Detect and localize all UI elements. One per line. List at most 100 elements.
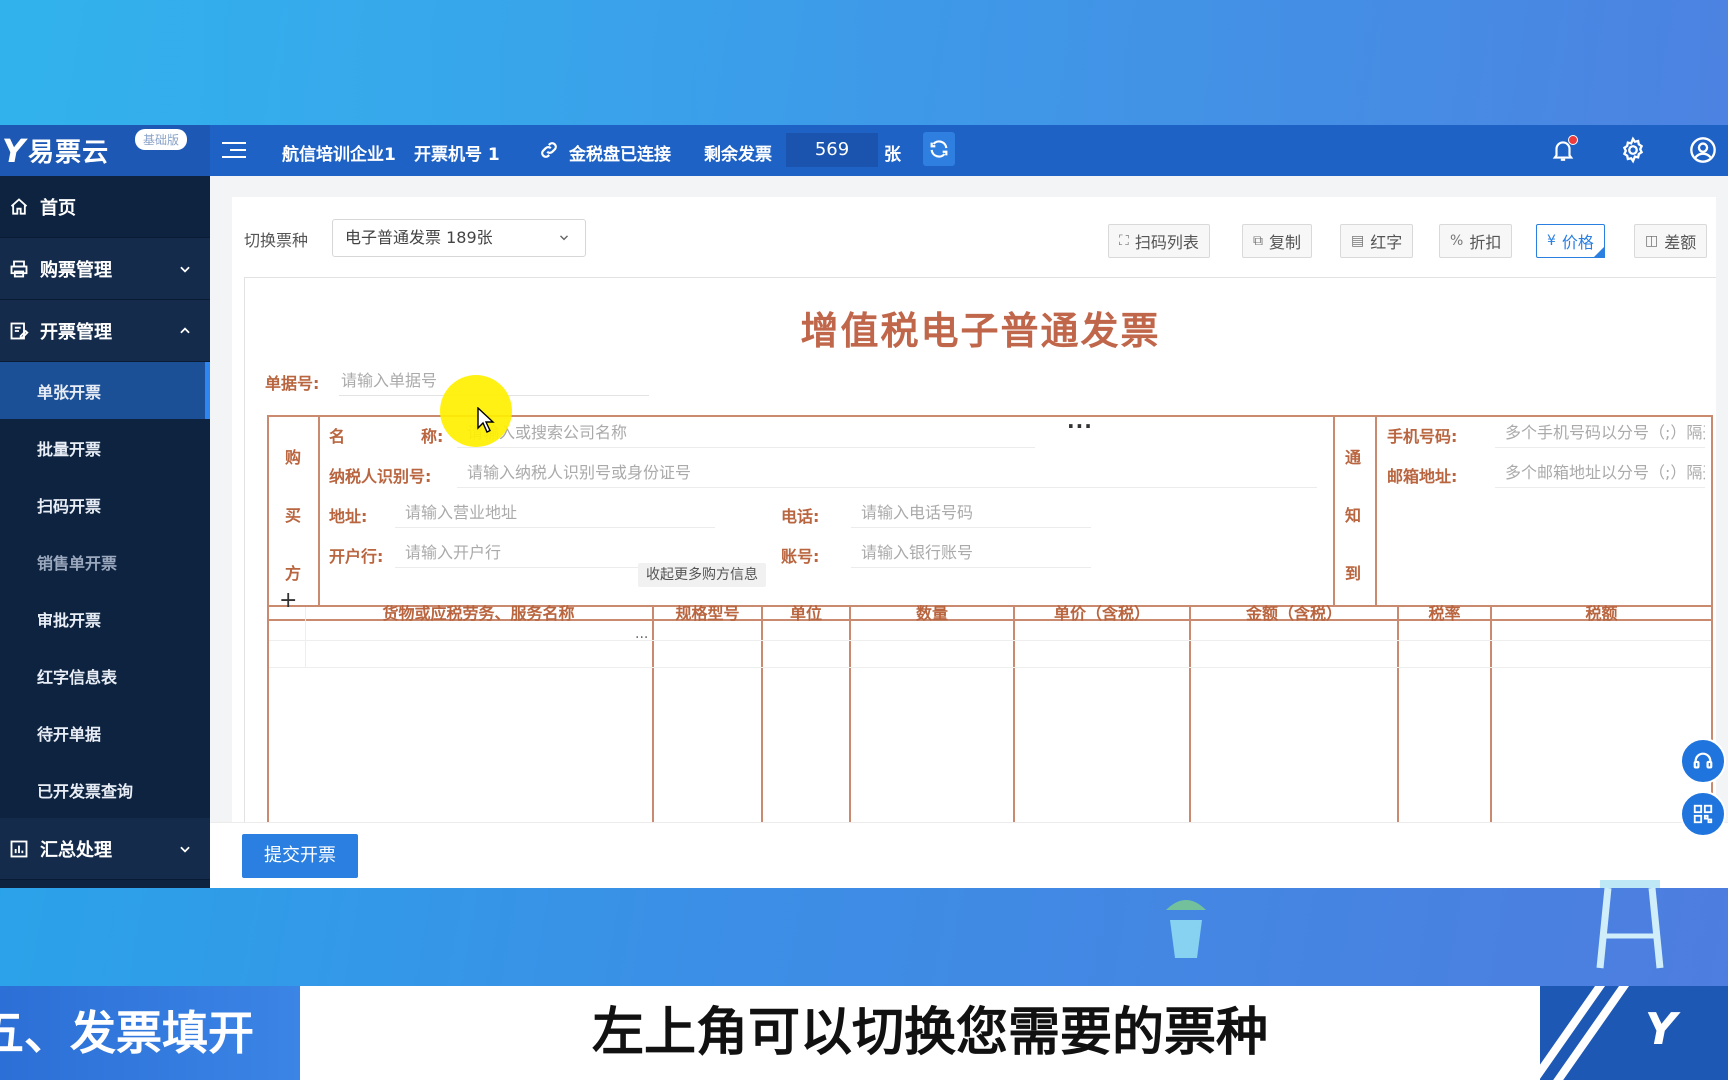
cursor-highlight [440,375,512,447]
nav-purchase-management[interactable]: 购票管理 [0,238,210,300]
col-spec: 规格型号 [675,604,740,623]
invoice-title: 增值税电子普通发票 [800,309,1161,353]
name-label-a: 名 [329,427,346,446]
link-icon [534,135,564,165]
chevron-up-icon [180,327,190,334]
buyer-char-1: 购 [285,448,302,467]
nav-purchase-label: 购票管理 [40,259,112,281]
sidebar-item-red-info[interactable]: 红字信息表 [0,647,210,704]
logo-text: 易票云 [28,138,110,168]
edit-document-icon [8,320,30,342]
col-tax-rate: 税率 [1428,604,1461,623]
taxid-input[interactable]: 请输入纳税人识别号或身份证号 [457,458,1317,488]
columns-icon: ◫ [1645,233,1659,249]
doc-no-label: 单据号: [265,374,320,393]
phone-input[interactable]: 请输入电话号码 [851,498,1091,528]
price-button[interactable]: ¥ 价格 [1536,224,1605,258]
notify-char-3: 到 [1345,564,1362,583]
user-avatar-icon[interactable] [1688,135,1718,165]
ticket-type-select[interactable]: 电子普通发票 189张 [332,219,586,257]
video-background [0,0,1728,125]
col-unit-price: 单价（含税） [1053,604,1150,623]
copy-icon: ⧉ [1253,233,1263,249]
sidebar-item-sales-order-invoice[interactable]: 销售单开票 [0,533,210,590]
notify-char-2: 知 [1345,506,1362,525]
top-bar: Y 易票云 基础版 航信培训企业1 开票机号 1 金税盘已连接 剩余发票 569… [0,125,1728,176]
sidebar-item-batch-invoice[interactable]: 批量开票 [0,419,210,476]
remaining-unit: 张 [884,145,901,165]
buyer-char-2: 买 [285,506,302,525]
customer-service-icon[interactable] [1680,738,1726,784]
scan-list-button[interactable]: ⛶ 扫码列表 [1108,224,1210,258]
edition-badge: 基础版 [135,129,188,150]
sidebar-item-issued-query[interactable]: 已开发票查询 [0,761,210,818]
mouse-cursor-icon [477,407,495,433]
red-invoice-button[interactable]: ▤ 红字 [1340,224,1414,258]
col-tax-amount: 税额 [1585,604,1618,623]
col-goods-name: 货物或应税劳务、服务名称 [382,604,575,623]
address-label: 地址: [329,507,368,526]
stool-decoration-icon [1596,880,1664,969]
refresh-button[interactable] [923,132,955,166]
buyer-char-3: 方 [285,564,302,583]
remaining-label: 剩余发票 [704,145,772,165]
sidebar-item-pending-docs[interactable]: 待开单据 [0,704,210,761]
col-unit: 单位 [789,604,822,623]
col-amount: 金额（含税） [1245,604,1342,623]
nav-summary[interactable]: 汇总处理 [0,818,210,880]
bar-chart-icon [8,838,30,860]
notify-char-1: 通 [1345,448,1362,467]
menu-toggle-icon[interactable] [222,137,246,163]
bottom-action-bar: 提交开票 [210,822,1728,888]
sidebar-item-approval-invoice[interactable]: 审批开票 [0,590,210,647]
nav-summary-label: 汇总处理 [40,839,112,861]
phone-label: 电话: [781,507,820,526]
bank-label: 开户行: [329,547,384,566]
difference-button[interactable]: ◫ 差额 [1634,224,1708,258]
settings-gear-icon[interactable] [1618,135,1648,165]
app-window: Y 易票云 基础版 航信培训企业1 开票机号 1 金税盘已连接 剩余发票 569… [0,125,1728,888]
sidebar-item-scan-invoice[interactable]: 扫码开票 [0,476,210,533]
company-name-input[interactable]: 请输入或搜索公司名称 [457,418,1035,448]
qr-code-icon[interactable] [1680,791,1726,837]
plant-decoration-icon [1166,900,1206,958]
discount-button[interactable]: % 折扣 [1439,224,1513,258]
percent-icon: % [1450,233,1464,249]
mobile-label: 手机号码: [1387,427,1458,446]
more-options-icon[interactable]: ··· [1067,414,1093,438]
yen-icon: ¥ [1547,233,1556,249]
chevron-down-icon [180,846,190,853]
nav-home[interactable]: 首页 [0,176,210,238]
section-caption: 五、发票填开 [0,986,300,1080]
machine-number: 开票机号 1 [414,145,500,165]
corner-brand: Y [1540,986,1728,1080]
sidebar-item-single-invoice[interactable]: 单张开票 [0,362,210,419]
logo: Y 易票云 基础版 [0,125,210,176]
copy-button[interactable]: ⧉ 复制 [1242,224,1313,258]
submit-invoice-button[interactable]: 提交开票 [242,834,358,878]
collapse-buyer-info-button[interactable]: 收起更多购方信息 [638,563,766,587]
notification-bell-icon[interactable] [1548,135,1578,165]
add-row-button[interactable]: + [279,588,297,613]
remaining-count: 569 [786,133,878,167]
account-input[interactable]: 请输入银行账号 [851,538,1091,568]
email-label: 邮箱地址: [1387,467,1458,486]
row-more-icon[interactable]: ··· [635,630,648,646]
corner-logo: Y [1645,1004,1677,1055]
logo-mark: Y [2,131,25,170]
ticket-type-value: 电子普通发票 189张 [345,228,493,247]
taxid-label: 纳税人识别号: [329,467,432,486]
nav-issue-management[interactable]: 开票管理 [0,300,210,362]
nav-home-label: 首页 [40,197,76,219]
account-label: 账号: [781,547,820,566]
sidebar: 首页 购票管理 开票管理 单张开票 批量开票 扫码开票 销售单开票 审批开票 红… [0,176,210,888]
mobile-input[interactable]: 多个手机号码以分号（;）隔开 [1495,418,1705,448]
subtitle-caption: 左上角可以切换您需要的票种 [300,986,1560,1080]
address-input[interactable]: 请输入营业地址 [395,498,715,528]
refresh-icon [930,140,948,158]
home-icon [8,196,30,218]
email-input[interactable]: 多个邮箱地址以分号（;）隔开 [1495,458,1705,488]
scan-icon: ⛶ [1119,233,1129,249]
name-label-b: 称: [421,427,444,446]
company-name: 航信培训企业1 [282,145,396,165]
